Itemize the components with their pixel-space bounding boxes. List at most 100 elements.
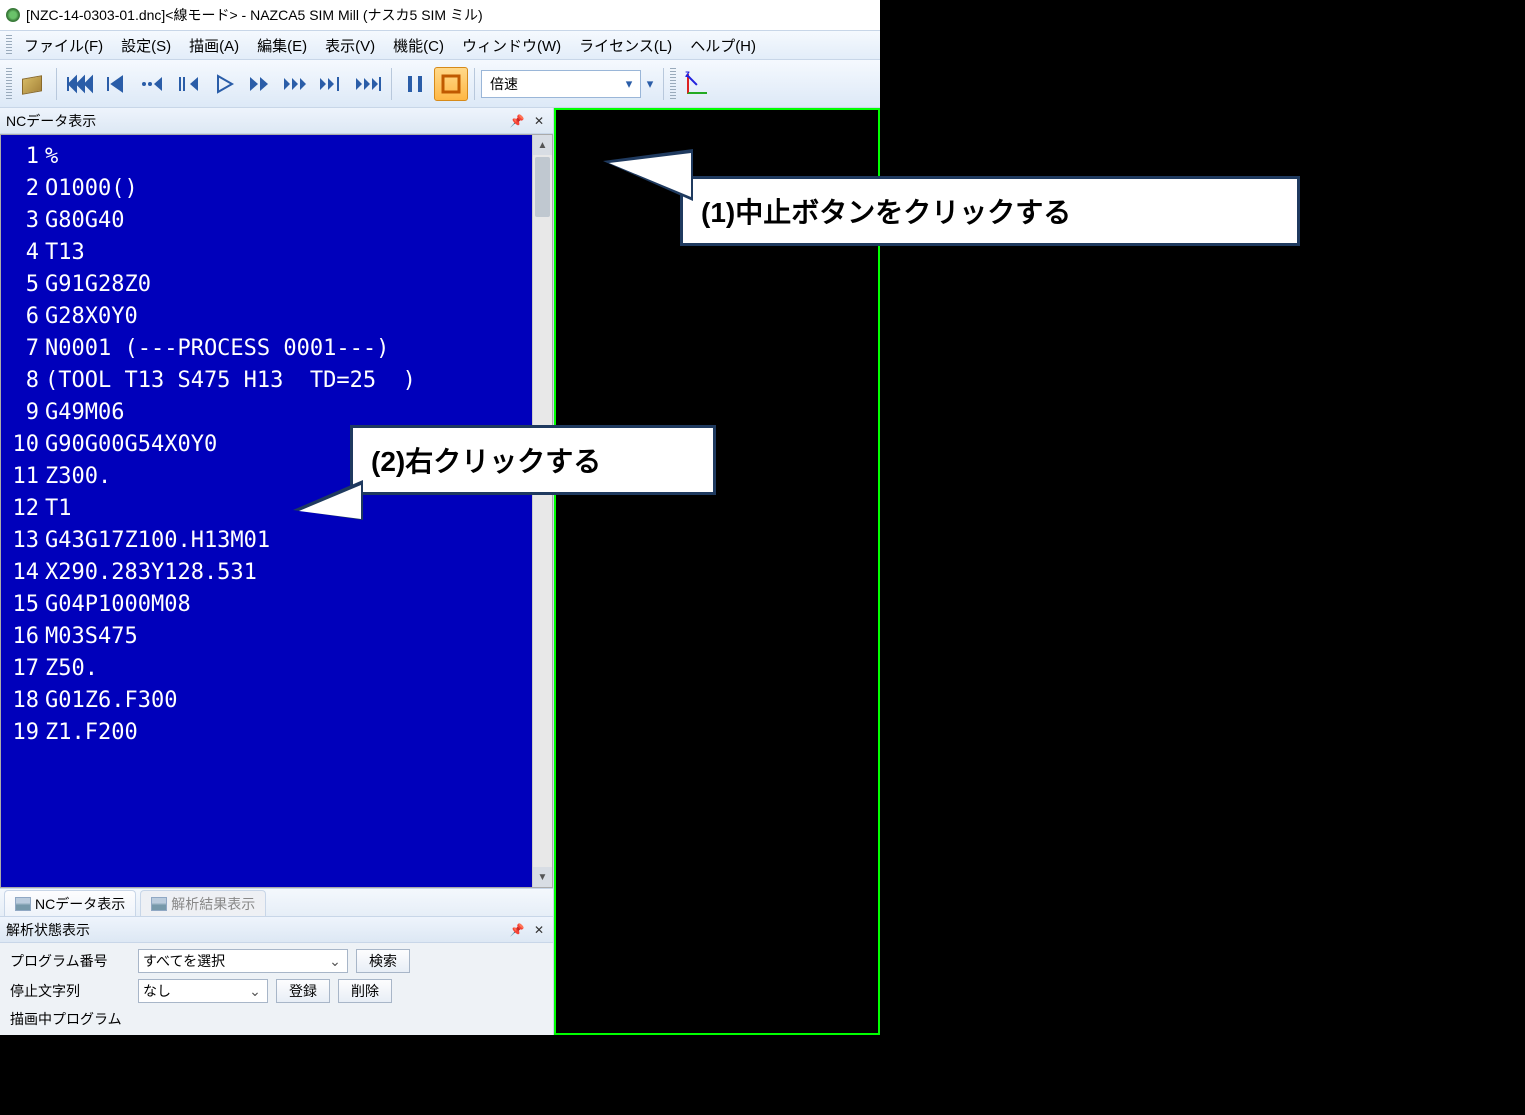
menu-help[interactable]: ヘルプ(H) [682,31,764,60]
close-icon[interactable]: ✕ [531,113,547,129]
menu-license[interactable]: ライセンス(L) [571,31,680,60]
nc-code-line[interactable]: 14X290.283Y128.531 [45,557,546,589]
nc-code-line[interactable]: 15G04P1000M08 [45,589,546,621]
line-text: O1000() [45,176,138,201]
pause-button[interactable] [398,67,432,101]
stop-string-select[interactable]: なし ⌄ [138,979,268,1003]
search-button[interactable]: 検索 [356,949,410,973]
close-icon[interactable]: ✕ [531,922,547,938]
vertical-scrollbar[interactable]: ▲ ▼ [532,135,552,887]
nc-code-line[interactable]: 18G01Z6.F300 [45,685,546,717]
callout-pointer-icon [293,480,363,520]
line-text: G91G28Z0 [45,272,151,297]
line-number: 15 [5,589,39,621]
toolbar-overflow-icon[interactable]: ▾ [643,76,657,92]
callout-1: (1)中止ボタンをクリックする [680,176,1300,246]
line-text: G49M06 [45,400,124,425]
scroll-up-button[interactable]: ▲ [533,135,552,155]
toolbar-grip-icon[interactable] [6,68,12,100]
stop-button[interactable] [434,67,468,101]
app-icon [4,6,22,24]
axis-view-button[interactable]: z [680,67,714,101]
menu-settings[interactable]: 設定(S) [113,31,179,60]
stop-string-label: 停止文字列 [10,981,130,1001]
chevron-down-icon: ⌄ [327,953,343,970]
line-text: G01Z6.F300 [45,688,177,713]
scrollbar-thumb[interactable] [535,157,550,217]
nc-code-line[interactable]: 19Z1.F200 [45,717,546,749]
line-text: M03S475 [45,624,138,649]
tab-analysisview[interactable]: 解析結果表示 [140,890,266,916]
window-title: [NZC-14-0303-01.dnc]<線モード> - NAZCA5 SIM … [26,5,483,25]
nc-code-line[interactable]: 3G80G40 [45,205,546,237]
menu-file[interactable]: ファイル(F) [16,31,111,60]
callout-1-text: (1)中止ボタンをクリックする [701,197,1071,228]
line-number: 19 [5,717,39,749]
delete-button[interactable]: 削除 [338,979,392,1003]
menu-edit[interactable]: 編集(E) [249,31,315,60]
left-pane: NCデータ表示 📌 ✕ 1%2O1000()3G80G404T135G91G28… [0,108,554,1035]
nc-code-area[interactable]: 1%2O1000()3G80G404T135G91G28Z06G28X0Y07N… [0,134,553,888]
table-icon [151,897,167,911]
separator [391,68,392,100]
scroll-down-button[interactable]: ▼ [533,867,552,887]
line-text: Z50. [45,656,98,681]
3d-viewport[interactable] [554,108,880,1035]
chevron-down-icon: ⌄ [247,983,263,1000]
pause-back-button[interactable] [171,67,205,101]
program-number-select[interactable]: すべてを選択 ⌄ [138,949,348,973]
block-icon [20,73,46,95]
nc-code-line[interactable]: 5G91G28Z0 [45,269,546,301]
line-number: 3 [5,205,39,237]
speed-dropdown[interactable]: 倍速 ▾ [481,70,641,98]
main-area: NCデータ表示 📌 ✕ 1%2O1000()3G80G404T135G91G28… [0,108,880,1035]
line-number: 9 [5,397,39,429]
line-text: % [45,144,58,169]
menubar-grip-icon[interactable] [6,35,12,55]
toolbar-grip2-icon[interactable] [670,68,676,100]
line-number: 16 [5,621,39,653]
menu-draw[interactable]: 描画(A) [181,31,247,60]
tab-ncview[interactable]: NCデータ表示 [4,890,136,916]
line-number: 14 [5,557,39,589]
line-text: G04P1000M08 [45,592,191,617]
analysis-panel-title: 解析状態表示 [6,920,503,940]
row-stop-string: 停止文字列 なし ⌄ 登録 削除 [10,979,543,1003]
separator [474,68,475,100]
line-number: 11 [5,461,39,493]
nc-code-line[interactable]: 13G43G17Z100.H13M01 [45,525,546,557]
nc-code-line[interactable]: 8(TOOL T13 S475 H13 TD=25 ) [45,365,546,397]
nc-code-line[interactable]: 4T13 [45,237,546,269]
nc-code-line[interactable]: 1% [45,141,546,173]
dots-back-button[interactable] [135,67,169,101]
ff-bar-button[interactable] [315,67,349,101]
play-button[interactable] [207,67,241,101]
pin-icon[interactable]: 📌 [509,113,525,129]
titlebar: [NZC-14-0303-01.dnc]<線モード> - NAZCA5 SIM … [0,0,880,30]
menubar: ファイル(F) 設定(S) 描画(A) 編集(E) 表示(V) 機能(C) ウィ… [0,30,880,60]
register-button[interactable]: 登録 [276,979,330,1003]
nc-code-line[interactable]: 17Z50. [45,653,546,685]
row-drawing-program: 描画中プログラム [10,1009,543,1029]
callout-2-text: (2)右クリックする [371,446,601,477]
line-text: Z1.F200 [45,720,138,745]
fast-forward-3-button[interactable] [279,67,313,101]
menu-view[interactable]: 表示(V) [317,31,383,60]
program-number-label: プログラム番号 [10,951,130,971]
nc-code-line[interactable]: 6G28X0Y0 [45,301,546,333]
pin-icon[interactable]: 📌 [509,922,525,938]
fast-forward-button[interactable] [243,67,277,101]
line-number: 10 [5,429,39,461]
analysis-panel: 解析状態表示 📌 ✕ プログラム番号 すべてを選択 ⌄ 検索 停止文字列 [0,916,553,1035]
nc-code-line[interactable]: 2O1000() [45,173,546,205]
menu-window[interactable]: ウィンドウ(W) [454,31,569,60]
row-program-number: プログラム番号 すべてを選択 ⌄ 検索 [10,949,543,973]
rewind-all-button[interactable] [63,67,97,101]
ff-end-button[interactable] [351,67,385,101]
block-model-button[interactable] [16,67,50,101]
nc-code-line[interactable]: 7N0001 (---PROCESS 0001---) [45,333,546,365]
menu-func[interactable]: 機能(C) [385,31,452,60]
step-back-button[interactable] [99,67,133,101]
line-number: 8 [5,365,39,397]
nc-code-line[interactable]: 16M03S475 [45,621,546,653]
